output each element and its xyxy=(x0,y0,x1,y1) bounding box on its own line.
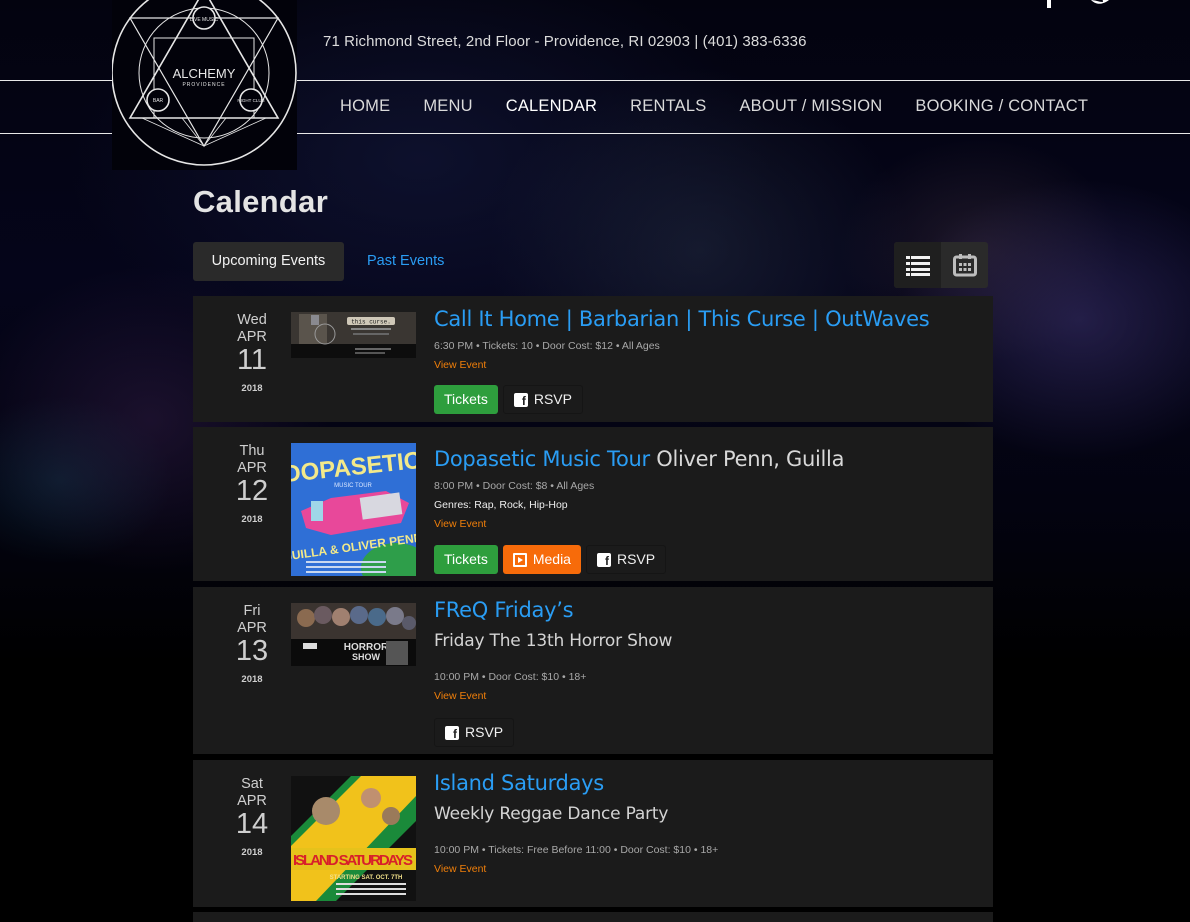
svg-text:SHOW: SHOW xyxy=(352,652,381,662)
event-year: 2018 xyxy=(241,674,263,685)
event-title[interactable]: Call It Home | Barbarian | This Curse | … xyxy=(434,307,930,331)
event-day: 12 xyxy=(235,475,269,507)
event-weekday: Thu xyxy=(239,443,265,459)
event-weekday: Fri xyxy=(243,603,261,619)
twitter-icon xyxy=(1091,0,1109,4)
media-label: Media xyxy=(532,551,571,567)
nav-calendar[interactable]: CALENDAR xyxy=(506,97,597,116)
event-subtitle: Friday The 13th Horror Show xyxy=(434,631,673,651)
event-card xyxy=(193,912,993,922)
view-toggle xyxy=(894,242,988,288)
nav-about-mission[interactable]: ABOUT / MISSION xyxy=(739,97,882,116)
event-info: Island Saturdays Weekly Reggae Dance Par… xyxy=(434,770,983,877)
twitter-link[interactable] xyxy=(1089,0,1115,17)
event-title-link[interactable]: Call It Home | Barbarian | This Curse | … xyxy=(434,306,983,332)
event-year: 2018 xyxy=(241,383,263,394)
logo-sub: PROVIDENCE xyxy=(182,82,225,88)
svg-text:this curse.: this curse. xyxy=(351,319,391,326)
tickets-button[interactable]: Tickets xyxy=(434,545,498,574)
facebook-link[interactable] xyxy=(1042,0,1058,15)
logo-badge-live-music: LIVE MUSIC xyxy=(190,17,219,23)
event-title[interactable]: FReQ Friday’s xyxy=(434,598,574,622)
event-info: FReQ Friday’s Friday The 13th Horror Sho… xyxy=(434,597,983,747)
svg-text:MUSIC TOUR: MUSIC TOUR xyxy=(334,483,372,489)
facebook-icon: f xyxy=(596,552,611,567)
facebook-icon xyxy=(1047,0,1051,8)
event-card: Sat APR 14 2018 ISLAND SATURDAYS STARTIN… xyxy=(193,760,993,907)
facebook-icon: f xyxy=(513,392,528,407)
event-day: 14 xyxy=(235,808,269,840)
event-year: 2018 xyxy=(241,514,263,525)
list-view-button[interactable] xyxy=(894,242,941,288)
event-date: Thu APR 12 2018 xyxy=(211,443,293,525)
event-title-link[interactable]: Dopasetic Music Tour Oliver Penn, Guilla xyxy=(434,446,983,472)
nav-booking-contact[interactable]: BOOKING / CONTACT xyxy=(915,97,1088,116)
event-title[interactable]: Dopasetic Music Tour xyxy=(434,447,650,471)
logo-badge-night-club: NIGHT CLUB xyxy=(237,98,264,103)
event-thumbnail[interactable]: HORROR SHOW xyxy=(291,603,416,666)
venue-address: 71 Richmond Street, 2nd Floor - Providen… xyxy=(323,33,807,50)
facebook-icon: f xyxy=(445,725,459,740)
event-thumbnail[interactable]: this curse. xyxy=(291,312,416,358)
main-nav: HOME MENU CALENDAR RENTALS ABOUT / MISSI… xyxy=(340,97,1121,116)
view-event-link[interactable]: View Event xyxy=(434,359,486,371)
calendar-view-button[interactable] xyxy=(941,242,988,288)
view-event-link[interactable]: View Event xyxy=(434,863,486,875)
event-info: Dopasetic Music Tour Oliver Penn, Guilla… xyxy=(434,446,983,574)
alchemy-logo[interactable]: ALCHEMY PROVIDENCE LIVE MUSIC BAR NIGHT … xyxy=(112,0,297,170)
rsvp-button[interactable]: f RSVP xyxy=(502,385,583,414)
svg-text:ISLAND SATURDAYS: ISLAND SATURDAYS xyxy=(293,852,413,869)
event-month: APR xyxy=(237,460,267,476)
event-card: Fri APR 13 2018 HORROR SHOW FReQ Friday’… xyxy=(193,587,993,754)
event-year: 2018 xyxy=(241,847,263,858)
svg-text:STARTING SAT. OCT. 7TH: STARTING SAT. OCT. 7TH xyxy=(330,875,403,881)
media-button[interactable]: Media xyxy=(502,545,581,574)
event-date: Fri APR 13 2018 xyxy=(211,603,293,685)
tab-past-events[interactable]: Past Events xyxy=(367,242,444,281)
list-view-icon xyxy=(905,254,930,276)
event-meta: 6:30 PM • Tickets: 10 • Door Cost: $12 •… xyxy=(434,340,660,352)
event-day: 11 xyxy=(236,344,268,376)
view-event-link[interactable]: View Event xyxy=(434,690,486,702)
event-weekday: Sat xyxy=(241,776,263,792)
event-date: Sat APR 14 2018 xyxy=(211,776,293,858)
nav-menu[interactable]: MENU xyxy=(423,97,472,116)
event-weekday: Wed xyxy=(237,312,267,328)
nav-home[interactable]: HOME xyxy=(340,97,390,116)
event-title-link[interactable]: Island Saturdays xyxy=(434,770,983,796)
event-date: Wed APR 11 2018 xyxy=(211,312,293,394)
event-meta: 10:00 PM • Door Cost: $10 • 18+ xyxy=(434,671,587,683)
page-title: Calendar xyxy=(193,184,329,219)
rsvp-button[interactable]: f RSVP xyxy=(585,545,667,574)
tickets-button[interactable]: Tickets xyxy=(434,385,498,414)
event-artists: Oliver Penn, Guilla xyxy=(656,447,845,471)
event-title-link[interactable]: FReQ Friday’s xyxy=(434,597,983,623)
rsvp-label: RSVP xyxy=(616,551,656,567)
logo-name: ALCHEMY xyxy=(173,66,236,81)
film-icon xyxy=(512,552,527,567)
event-month: APR xyxy=(237,329,267,345)
event-month: APR xyxy=(237,793,267,809)
event-thumbnail[interactable]: ISLAND SATURDAYS STARTING SAT. OCT. 7TH xyxy=(291,776,416,901)
event-info: Call It Home | Barbarian | This Curse | … xyxy=(434,306,983,414)
logo-badge-bar: BAR xyxy=(153,98,164,104)
event-meta: 10:00 PM • Tickets: Free Before 11:00 • … xyxy=(434,844,719,856)
view-event-link[interactable]: View Event xyxy=(434,518,486,530)
event-subtitle: Weekly Reggae Dance Party xyxy=(434,804,669,824)
calendar-view-icon xyxy=(952,254,977,277)
tab-upcoming-events[interactable]: Upcoming Events xyxy=(193,242,344,281)
event-day: 13 xyxy=(235,635,269,667)
event-title[interactable]: Island Saturdays xyxy=(434,771,604,795)
event-meta: 8:00 PM • Door Cost: $8 • All Ages xyxy=(434,480,595,492)
rsvp-button[interactable]: f RSVP xyxy=(434,718,515,747)
event-card: Thu APR 12 2018 DOPASETIC MUSIC TOUR GUI… xyxy=(193,427,993,593)
event-month: APR xyxy=(237,620,267,636)
event-thumbnail[interactable]: DOPASETIC MUSIC TOUR GUILLA & OLIVER PEN… xyxy=(282,443,431,593)
rsvp-label: RSVP xyxy=(465,724,504,740)
rsvp-label: RSVP xyxy=(533,391,572,407)
nav-rentals[interactable]: RENTALS xyxy=(630,97,706,116)
event-genres: Genres: Rap, Rock, Hip-Hop xyxy=(434,499,568,511)
event-card: Wed APR 11 2018 this curse. Call It Home… xyxy=(193,296,993,422)
